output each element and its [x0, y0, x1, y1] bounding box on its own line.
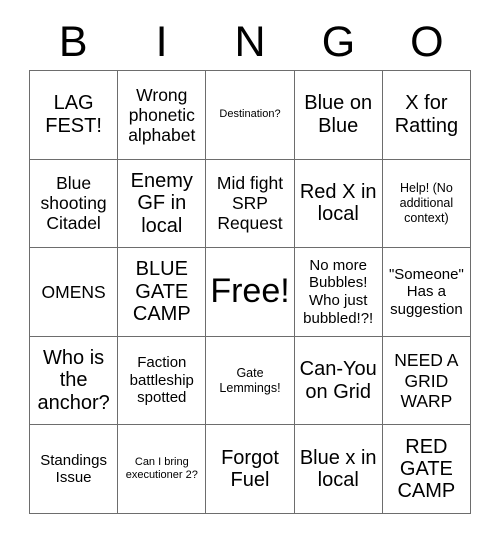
bingo-cell-text: Mid fight SRP Request	[216, 173, 284, 234]
bingo-cell[interactable]: LAG FEST!	[30, 71, 119, 160]
bingo-cell-text: Red X in local	[299, 181, 377, 226]
bingo-cell[interactable]: Forgot Fuel	[206, 425, 295, 514]
bingo-cell[interactable]: Destination?	[206, 71, 295, 160]
bingo-cell[interactable]: Blue on Blue	[294, 71, 383, 160]
bingo-cell-free-space[interactable]: Free!	[206, 248, 295, 337]
bingo-cell-text: Standings Issue	[40, 451, 107, 487]
bingo-header-letter-b: B	[58, 17, 88, 66]
bingo-cell-text: "Someone" Has a suggestion	[388, 265, 464, 318]
bingo-cell-text: Can I bring executioner 2?	[125, 455, 198, 482]
bingo-cell[interactable]: Enemy GF in local	[118, 159, 207, 249]
bingo-cell-text: OMENS	[41, 281, 106, 302]
bingo-cell[interactable]: BLUE GATE CAMP	[118, 248, 207, 337]
bingo-cell-text: Enemy GF in local	[130, 169, 193, 237]
bingo-cell-text: Wrong phonetic alphabet	[128, 84, 196, 145]
bingo-cell-text: No more Bubbles! Who just bubbled!?!	[303, 256, 374, 327]
bingo-cell[interactable]: Blue x in local	[294, 425, 383, 514]
bingo-cell-text: Forgot Fuel	[221, 446, 279, 492]
bingo-cell-text: NEED A GRID WARP	[394, 350, 459, 411]
bingo-cell-text: BLUE GATE CAMP	[132, 258, 191, 326]
bingo-cell-text: Can-You on Grid	[299, 358, 377, 403]
bingo-cell[interactable]: "Someone" Has a suggestion	[382, 248, 471, 337]
bingo-cell[interactable]: OMENS	[30, 248, 119, 337]
bingo-cell-text: LAG FEST!	[45, 92, 102, 137]
bingo-cell[interactable]: No more Bubbles! Who just bubbled!?!	[294, 248, 383, 337]
bingo-header-letter-i: I	[155, 17, 168, 66]
bingo-cell[interactable]: Faction battleship spotted	[118, 336, 207, 426]
bingo-grid: LAG FEST! Wrong phonetic alphabet Destin…	[29, 70, 471, 514]
bingo-header-row: B I N G O	[29, 14, 471, 70]
bingo-cell[interactable]: Blue shooting Citadel	[30, 159, 119, 249]
bingo-cell-text: Blue on Blue	[304, 92, 373, 137]
bingo-cell-text: RED GATE CAMP	[397, 435, 456, 503]
bingo-cell-text: Destination?	[219, 108, 281, 121]
bingo-cell[interactable]: Help! (No additional context)	[382, 159, 471, 249]
bingo-cell[interactable]: Standings Issue	[30, 425, 119, 514]
bingo-cell[interactable]: Can I bring executioner 2?	[118, 425, 207, 514]
bingo-card: B I N G O LAG FEST! Wrong phonetic alpha…	[0, 0, 500, 544]
bingo-cell[interactable]: RED GATE CAMP	[382, 425, 471, 514]
bingo-cell[interactable]: Wrong phonetic alphabet	[118, 71, 207, 160]
bingo-cell[interactable]: Red X in local	[294, 159, 383, 249]
bingo-cell-text: Who is the anchor?	[37, 347, 110, 414]
bingo-cell[interactable]: Can-You on Grid	[294, 336, 383, 426]
bingo-cell-text: Blue x in local	[299, 446, 377, 492]
bingo-cell[interactable]: NEED A GRID WARP	[382, 336, 471, 426]
bingo-header-letter-o: O	[410, 17, 444, 66]
bingo-header-letter-n: N	[234, 17, 266, 66]
bingo-cell-text: X for Ratting	[394, 92, 459, 137]
bingo-cell-text: Gate Lemmings!	[219, 365, 281, 395]
bingo-cell[interactable]: Gate Lemmings!	[206, 336, 295, 426]
bingo-cell-text: Blue shooting Citadel	[40, 173, 107, 234]
bingo-cell[interactable]: X for Ratting	[382, 71, 471, 160]
bingo-cell-text: Faction battleship spotted	[129, 354, 194, 407]
bingo-header-letter-g: G	[321, 17, 356, 66]
bingo-cell[interactable]: Who is the anchor?	[30, 336, 119, 426]
bingo-cell[interactable]: Mid fight SRP Request	[206, 159, 295, 249]
bingo-cell-text: Help! (No additional context)	[399, 180, 454, 225]
bingo-free-space-text: Free!	[210, 272, 290, 311]
